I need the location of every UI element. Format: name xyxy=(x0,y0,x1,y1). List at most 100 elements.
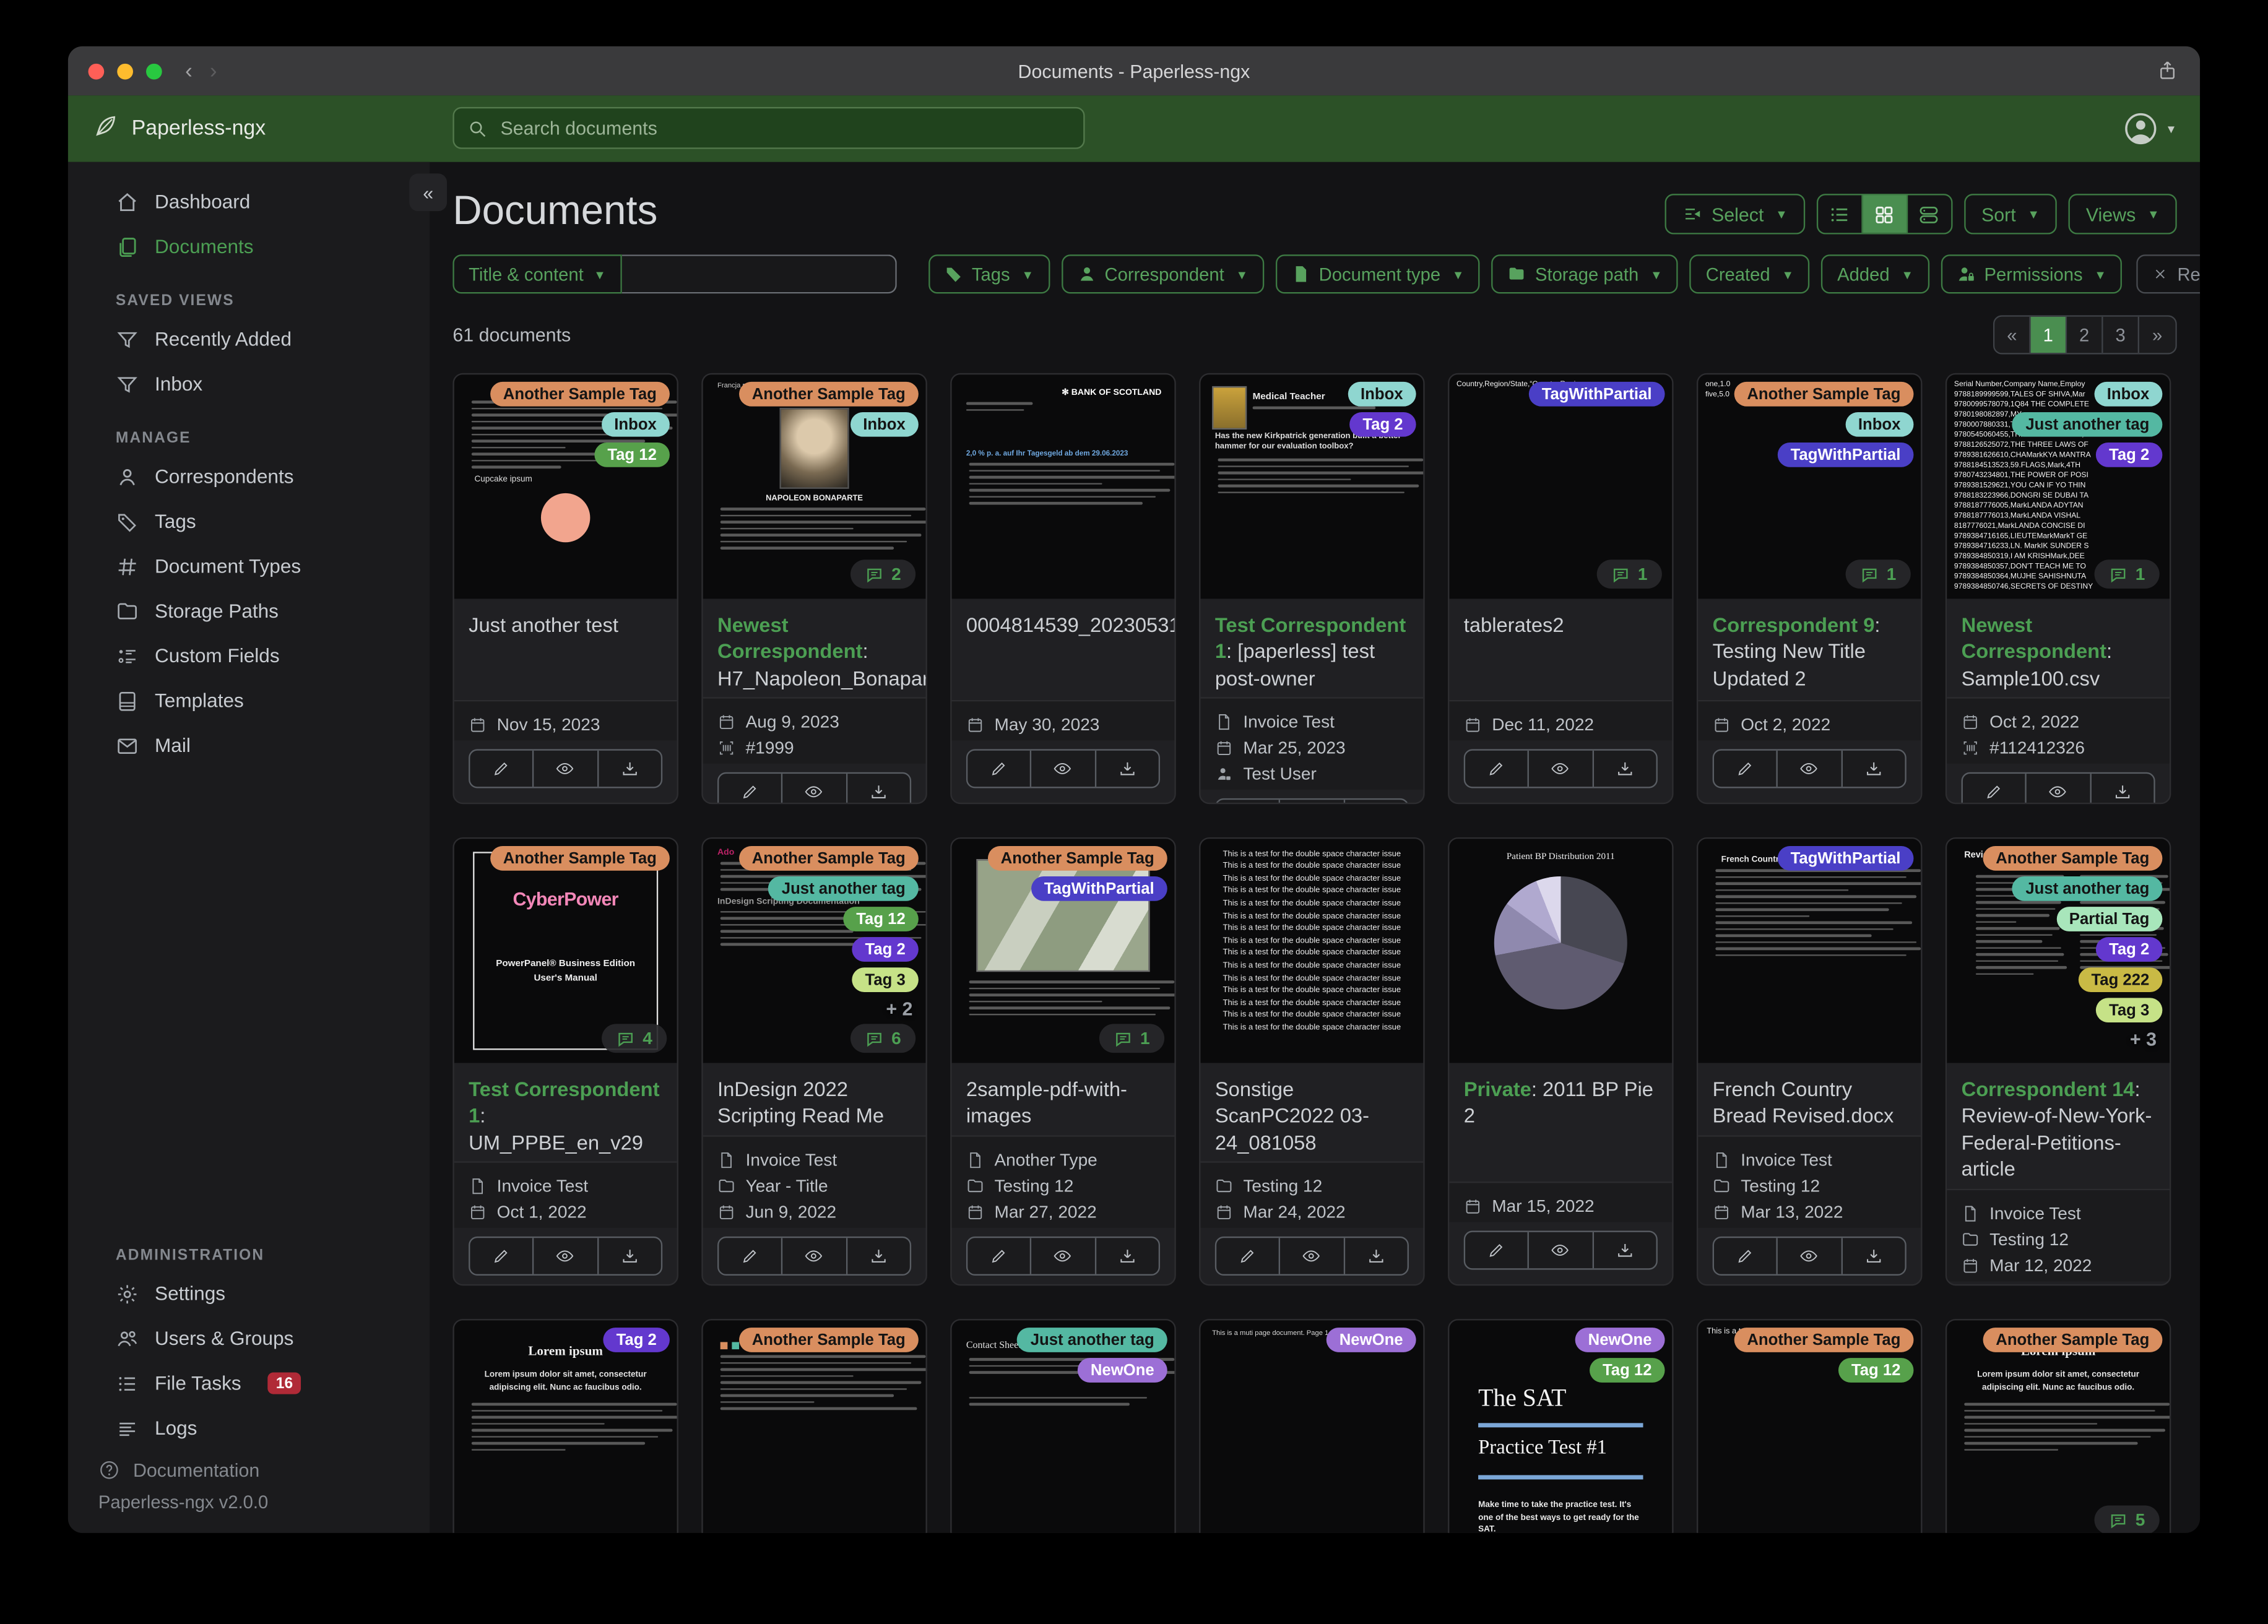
filter-document-type[interactable]: Document type ▼ xyxy=(1275,254,1481,294)
minimize-window-button[interactable] xyxy=(117,63,133,79)
title-content-dropdown[interactable]: Title & content ▼ xyxy=(452,254,622,294)
document-thumbnail[interactable]: French Country Bread TagWithPartial xyxy=(1698,839,1921,1063)
download-document-button[interactable] xyxy=(1344,1238,1407,1274)
download-document-button[interactable] xyxy=(1842,1238,1905,1274)
tag-chip[interactable]: Another Sample Tag xyxy=(738,381,919,407)
download-document-button[interactable] xyxy=(599,751,661,787)
document-thumbnail[interactable]: Country,Region/State,“Country,Region TagW… xyxy=(1449,374,1673,599)
preview-document-button[interactable] xyxy=(1281,800,1345,803)
document-thumbnail[interactable]: Another Sample Tag TagWithPartial 1 xyxy=(951,839,1175,1063)
sidebar-collapse-button[interactable]: « xyxy=(409,173,448,212)
document-card[interactable]: Ado InDesign Scripting Documentation Anoth… xyxy=(701,837,927,1286)
preview-document-button[interactable] xyxy=(534,1238,599,1275)
tag-chip[interactable]: Tag 12 xyxy=(594,443,670,467)
document-card[interactable]: ✻ BANK OF SCOTLAND 2,0 % p. a. auf Ihr Ta… xyxy=(950,373,1176,805)
tag-chip[interactable]: TagWithPartial xyxy=(1777,845,1914,871)
edit-document-button[interactable] xyxy=(1714,750,1778,787)
tag-chip[interactable]: Tag 2 xyxy=(1349,412,1416,437)
page-button-3[interactable]: 3 xyxy=(2103,316,2139,353)
document-thumbnail[interactable]: Test NameAnother Sample Tag xyxy=(703,1320,926,1533)
tag-chip[interactable]: Tag 12 xyxy=(1589,1358,1665,1383)
document-card[interactable]: This is a test Another Sample Tag Tag 12 xyxy=(1696,1319,1923,1533)
tag-chip[interactable]: Inbox xyxy=(2093,381,2163,407)
document-thumbnail[interactable]: Medical Teacher Has the new Kirkpatrick g… xyxy=(1200,374,1424,599)
tag-chip[interactable]: NewOne xyxy=(1326,1328,1416,1352)
filter-created[interactable]: Created ▼ xyxy=(1690,254,1810,294)
sidebar-item-recently-added[interactable]: Recently Added xyxy=(68,317,430,361)
document-card[interactable]: Lorem ipsumLorem ipsum dolor sit amet, c… xyxy=(1945,1319,2171,1533)
tag-chip[interactable]: Tag 3 xyxy=(852,967,919,992)
edit-document-button[interactable] xyxy=(967,1238,1032,1274)
tag-chip[interactable]: Another Sample Tag xyxy=(1983,1328,2163,1352)
document-thumbnail[interactable]: CyberPower PowerPanel® Business Edition Us… xyxy=(454,839,677,1063)
tag-chip[interactable]: TagWithPartial xyxy=(1777,443,1914,467)
search-input[interactable] xyxy=(497,115,1084,140)
card-correspondent[interactable]: Newest Correspondent xyxy=(717,613,862,663)
tag-chip[interactable]: Another Sample Tag xyxy=(738,845,919,871)
tag-chip[interactable]: Another Sample Tag xyxy=(738,1328,919,1352)
document-card[interactable]: Serial Number,Company Name,Employ 978818… xyxy=(1945,373,2171,805)
sidebar-item-custom-fields[interactable]: Custom Fields xyxy=(68,633,430,678)
sidebar-item-dashboard[interactable]: Dashboard xyxy=(68,179,430,224)
comment-count-badge[interactable]: 1 xyxy=(1846,559,1911,589)
tag-chip[interactable]: Tag 12 xyxy=(843,907,919,931)
tag-chip[interactable]: Another Sample Tag xyxy=(1983,845,2163,871)
card-correspondent[interactable]: Correspondent 14 xyxy=(1962,1078,2135,1100)
share-icon[interactable] xyxy=(2157,58,2178,82)
comment-count-badge[interactable]: 6 xyxy=(850,1024,916,1053)
tag-chip[interactable]: Just another tag xyxy=(2012,412,2163,437)
sidebar-item-correspondents[interactable]: Correspondents xyxy=(68,454,430,499)
sidebar-item-documents[interactable]: Documents xyxy=(68,224,430,269)
tag-chip[interactable]: Another Sample Tag xyxy=(987,845,1167,871)
preview-document-button[interactable] xyxy=(1281,1238,1345,1275)
tag-chip[interactable]: Another Sample Tag xyxy=(490,845,670,871)
document-thumbnail[interactable]: Serial Number,Company Name,Employ 978818… xyxy=(1947,374,2170,599)
comment-count-badge[interactable]: 1 xyxy=(1099,1024,1165,1053)
sidebar-item-templates[interactable]: Templates xyxy=(68,678,430,723)
sidebar-item-logs[interactable]: Logs xyxy=(68,1406,430,1450)
title-content-input[interactable] xyxy=(621,254,897,294)
document-card[interactable]: This is a test for the double space char… xyxy=(1199,837,1425,1286)
document-thumbnail[interactable]: Lorem ipsumLorem ipsum dolor sit amet, c… xyxy=(1947,1320,2170,1533)
tag-chip[interactable]: Just another tag xyxy=(2012,876,2163,901)
document-card[interactable]: Francja pod r NAPOLEON BONAPARTE Another S… xyxy=(701,373,927,805)
edit-document-button[interactable] xyxy=(1216,800,1281,803)
browser-back-icon[interactable]: ‹ xyxy=(185,59,193,84)
card-correspondent[interactable]: Test Correspondent 1 xyxy=(469,1078,659,1128)
tag-chip[interactable]: TagWithPartial xyxy=(1031,876,1167,901)
tag-chip[interactable]: Partial Tag xyxy=(2056,907,2163,931)
sort-button[interactable]: Sort ▼ xyxy=(1963,194,2058,235)
page-next-button[interactable]: » xyxy=(2139,316,2176,353)
document-thumbnail[interactable]: Review ofAnother Sample TagJust another … xyxy=(1947,839,2170,1063)
edit-document-button[interactable] xyxy=(967,750,1032,787)
preview-document-button[interactable] xyxy=(1032,750,1096,787)
document-thumbnail[interactable]: Lorem ipsumLorem ipsum dolor sit amet, c… xyxy=(454,1320,677,1533)
app-brand[interactable]: Paperless-ngx xyxy=(93,113,266,144)
document-thumbnail[interactable]: This is a muti page document. Page 1. New… xyxy=(1200,1320,1424,1533)
document-card[interactable]: CyberPower PowerPanel® Business Edition Us… xyxy=(452,837,678,1286)
tag-chip[interactable]: NewOne xyxy=(1077,1358,1167,1383)
filter-tags[interactable]: Tags ▼ xyxy=(928,254,1050,294)
view-mode-detail[interactable] xyxy=(1908,195,1951,233)
edit-document-button[interactable] xyxy=(1714,1238,1778,1274)
sidebar-item-file-tasks[interactable]: File Tasks 16 xyxy=(68,1361,430,1406)
card-correspondent[interactable]: Private xyxy=(1464,1078,1531,1100)
tag-chip[interactable]: Inbox xyxy=(1348,381,1416,407)
download-document-button[interactable] xyxy=(1344,800,1407,803)
document-card[interactable]: The SAT Practice Test #1 Make time to take… xyxy=(1448,1319,1674,1533)
edit-document-button[interactable] xyxy=(470,750,535,787)
comment-count-badge[interactable]: 1 xyxy=(2095,559,2160,589)
tag-chip[interactable]: Just another tag xyxy=(1017,1328,1167,1352)
document-thumbnail[interactable]: Patient BP Distribution 2011 xyxy=(1449,839,1673,1063)
tag-chip[interactable]: Another Sample Tag xyxy=(1734,381,1914,407)
document-thumbnail[interactable]: Contact Sheet Demo Just another tag NewOne xyxy=(951,1320,1175,1533)
sidebar-item-storage-paths[interactable]: Storage Paths xyxy=(68,589,430,633)
reset-filters-button[interactable]: Reset filters xyxy=(2137,254,2201,294)
sidebar-item-mail[interactable]: Mail xyxy=(68,723,430,767)
preview-document-button[interactable] xyxy=(1530,750,1594,787)
card-correspondent[interactable]: Correspondent 9 xyxy=(1713,613,1875,636)
tag-chip[interactable]: Inbox xyxy=(850,412,919,437)
download-document-button[interactable] xyxy=(1593,1232,1656,1268)
edit-document-button[interactable] xyxy=(1216,1238,1281,1275)
download-document-button[interactable] xyxy=(847,774,910,803)
